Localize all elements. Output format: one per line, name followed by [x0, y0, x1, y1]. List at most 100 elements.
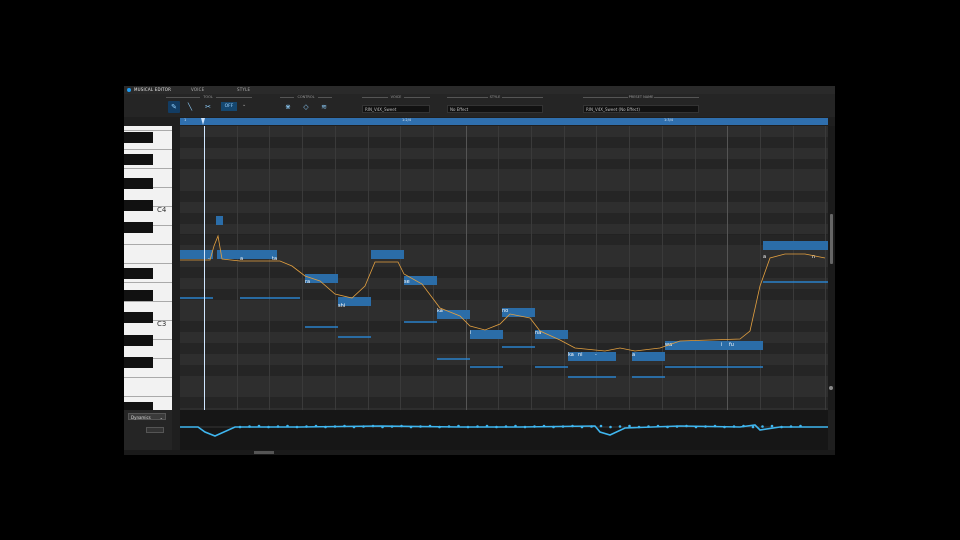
- piano-keyboard[interactable]: C4 C3: [124, 126, 172, 410]
- dynamics-point[interactable]: [371, 424, 375, 428]
- black-key[interactable]: [124, 200, 153, 211]
- dynamics-point[interactable]: [352, 425, 356, 429]
- dynamics-point[interactable]: [580, 425, 584, 429]
- dynamics-point[interactable]: [390, 425, 394, 428]
- dynamics-point[interactable]: [343, 424, 346, 428]
- dynamics-point[interactable]: [295, 425, 299, 429]
- dynamics-point[interactable]: [713, 424, 717, 428]
- dynamics-point[interactable]: [704, 425, 707, 428]
- black-key[interactable]: [124, 335, 153, 346]
- dynamics-point[interactable]: [561, 425, 565, 428]
- dynamics-point[interactable]: [409, 425, 413, 429]
- dynamics-point[interactable]: [238, 425, 242, 429]
- dynamics-point[interactable]: [257, 424, 261, 428]
- chevron-down-icon[interactable]: ⌄: [242, 102, 246, 108]
- black-key[interactable]: [124, 290, 153, 301]
- dynamics-point[interactable]: [552, 425, 555, 429]
- dynamics-point[interactable]: [618, 425, 622, 428]
- vibrato-icon[interactable]: ⋇: [282, 101, 294, 113]
- dynamics-point[interactable]: [571, 424, 574, 428]
- black-key[interactable]: [124, 312, 153, 323]
- black-key[interactable]: [124, 178, 153, 189]
- black-key[interactable]: [124, 132, 153, 143]
- dynamics-point[interactable]: [333, 425, 337, 428]
- dynamics-point[interactable]: [751, 425, 755, 429]
- dynamics-point[interactable]: [276, 425, 280, 428]
- pitch-curve-line[interactable]: [180, 234, 826, 352]
- voice-select[interactable]: RIN_V4X_Sweet: [362, 105, 430, 113]
- smooth-icon[interactable]: ◇: [300, 101, 312, 113]
- dynamics-point[interactable]: [609, 425, 612, 429]
- black-key[interactable]: [124, 154, 153, 165]
- horizontal-scroll-thumb[interactable]: [254, 451, 274, 454]
- dynamics-point[interactable]: [694, 425, 698, 429]
- pitch-curve[interactable]: [180, 126, 828, 410]
- dynamics-point[interactable]: [362, 425, 365, 428]
- dynamics-point[interactable]: [457, 424, 460, 428]
- dynamics-point[interactable]: [533, 425, 536, 428]
- pencil-icon[interactable]: ✎: [168, 101, 180, 113]
- dynamics-point[interactable]: [789, 425, 793, 428]
- vertical-scrollbar[interactable]: [828, 126, 835, 410]
- dynamics-point[interactable]: [761, 425, 764, 428]
- dynamics-point[interactable]: [419, 425, 422, 428]
- dynamics-point[interactable]: [685, 424, 688, 428]
- tab-voice[interactable]: VOICE: [191, 87, 204, 92]
- black-key[interactable]: [124, 268, 153, 279]
- dynamics-point[interactable]: [248, 425, 251, 428]
- dynamics-point[interactable]: [314, 424, 318, 428]
- dynamics-point[interactable]: [447, 425, 451, 428]
- dynamics-point[interactable]: [799, 424, 802, 428]
- black-key[interactable]: [124, 357, 153, 368]
- dynamics-lane[interactable]: [180, 410, 828, 450]
- style-select[interactable]: No Effect: [447, 105, 543, 113]
- dynamics-point[interactable]: [400, 424, 403, 428]
- playhead[interactable]: [204, 126, 205, 410]
- dynamics-point[interactable]: [523, 425, 527, 429]
- dynamics-point[interactable]: [305, 425, 308, 428]
- dynamics-point[interactable]: [514, 424, 517, 428]
- lane-option-button[interactable]: [146, 427, 164, 433]
- scissors-icon[interactable]: ✂: [202, 101, 214, 113]
- dynamics-point[interactable]: [656, 424, 660, 428]
- tab-musical-editor[interactable]: MUSICAL EDITOR: [134, 87, 171, 92]
- piano-roll-grid[interactable]: - a ta ra shi se ka i no na ka ni - a wa i fu a n: [180, 126, 828, 410]
- dynamics-point[interactable]: [286, 424, 289, 428]
- dynamics-point[interactable]: [732, 425, 736, 428]
- tab-style[interactable]: STYLE: [237, 87, 250, 92]
- dynamics-point[interactable]: [742, 424, 745, 428]
- dynamics-point[interactable]: [675, 425, 679, 428]
- off-toggle-button[interactable]: OFF: [221, 102, 237, 111]
- dynamics-point[interactable]: [542, 424, 546, 428]
- dynamics-point[interactable]: [723, 425, 726, 429]
- dynamics-point[interactable]: [485, 424, 489, 428]
- dynamics-point[interactable]: [438, 425, 441, 429]
- dynamics-point[interactable]: [647, 425, 650, 428]
- parameter-select[interactable]: Dynamics ⌄: [128, 413, 166, 420]
- dynamics-point[interactable]: [476, 425, 479, 428]
- vertical-scroll-thumb[interactable]: [830, 214, 833, 264]
- black-key[interactable]: [124, 222, 153, 233]
- dynamics-point[interactable]: [381, 425, 384, 429]
- dynamics-point[interactable]: [495, 425, 498, 429]
- dynamics-point[interactable]: [324, 425, 327, 429]
- playhead-marker-icon[interactable]: [201, 118, 205, 125]
- wave-icon[interactable]: ≋: [318, 101, 330, 113]
- dynamics-point[interactable]: [504, 425, 508, 428]
- horizontal-scrollbar[interactable]: [124, 450, 835, 455]
- dynamics-point[interactable]: [267, 425, 270, 429]
- preset-name-field[interactable]: RIN_V4X_Sweet (No Effect): [583, 105, 699, 113]
- dynamics-point[interactable]: [628, 424, 631, 428]
- dynamics-point[interactable]: [428, 424, 432, 428]
- dynamics-point[interactable]: [770, 424, 774, 428]
- dynamics-curve[interactable]: [180, 410, 828, 450]
- dynamics-point[interactable]: [637, 425, 641, 429]
- dynamics-point[interactable]: [599, 424, 603, 428]
- dynamics-point[interactable]: [780, 425, 783, 429]
- zoom-handle-icon[interactable]: [829, 386, 833, 390]
- black-key[interactable]: [124, 402, 153, 410]
- line-icon[interactable]: ╲: [184, 101, 196, 113]
- dynamics-point[interactable]: [666, 425, 669, 429]
- timeline-ruler[interactable]: 1 1:2/4 1:3/4: [180, 118, 828, 125]
- dynamics-point[interactable]: [466, 425, 470, 429]
